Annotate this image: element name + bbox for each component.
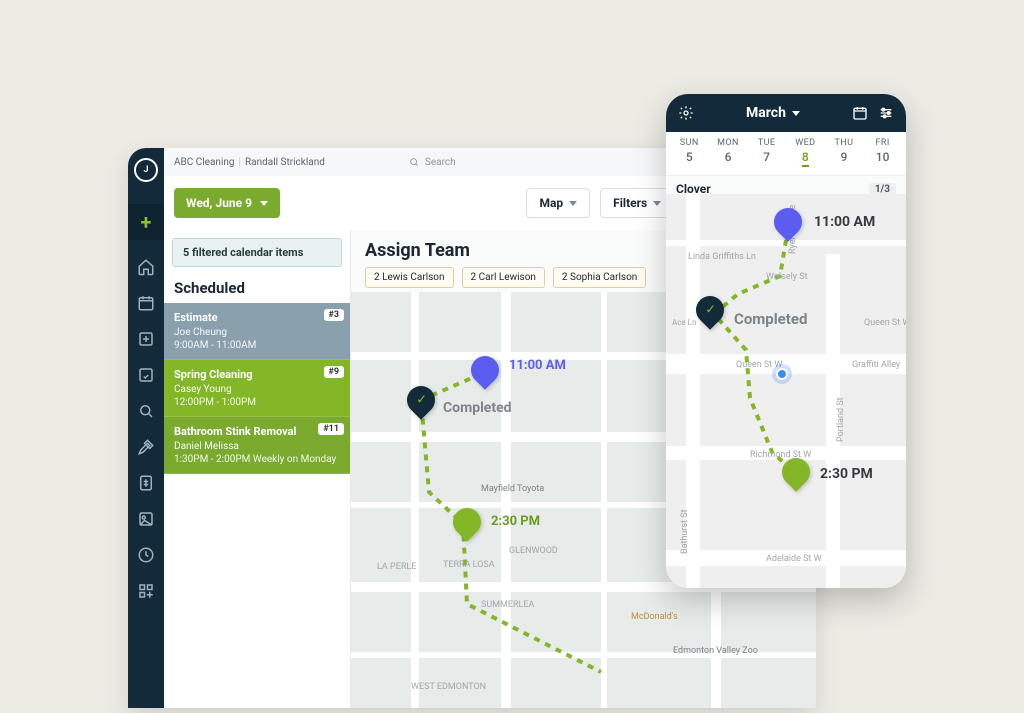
chevron-down-icon — [569, 201, 577, 206]
street-label: Linda Griffiths Ln — [688, 252, 756, 262]
requests-icon[interactable] — [137, 366, 155, 384]
map-area-label: WEST EDMONTON — [411, 682, 486, 692]
month-label: March — [746, 105, 786, 121]
filters-btn-label: Filters — [613, 196, 647, 210]
street-label: Wolsely St — [766, 272, 808, 282]
search-placeholder: Search — [425, 157, 456, 168]
street-label: Graffiti Alley — [852, 360, 900, 370]
map-poi-label: Edmonton Valley Zoo — [673, 646, 758, 656]
mobile-app-window: March SUN5 MON6 TUE7 WED8 THU9 FRI10 Clo… — [666, 94, 906, 588]
day-col[interactable]: FRI10 — [868, 138, 898, 167]
schedule-card[interactable]: #3 Estimate Joe Cheung 9:00AM - 11:00AM — [164, 303, 350, 360]
day-col[interactable]: THU9 — [829, 138, 859, 167]
map-area-label: TERRA LOSA — [443, 560, 495, 570]
street-label: Queen St W — [736, 360, 782, 370]
map-area-label: LA PERLE — [377, 562, 416, 572]
mobile-map[interactable]: Linda Griffiths Ln Ryerson Ave Wolsely S… — [666, 194, 906, 588]
day-col[interactable]: MON6 — [713, 138, 743, 167]
schedule-card[interactable]: #11 Bathroom Stink Removal Daniel Meliss… — [164, 417, 350, 474]
gear-icon[interactable] — [678, 105, 694, 121]
map-area-label: GLENWOOD — [509, 546, 558, 556]
schedule-card[interactable]: #9 Spring Cleaning Casey Young 12:00PM -… — [164, 360, 350, 417]
quotes-icon[interactable] — [137, 402, 155, 420]
team-chip[interactable]: 2 Lewis Carlson — [365, 267, 454, 288]
street-label: Adelaide St W — [766, 554, 822, 564]
week-strip[interactable]: SUN5 MON6 TUE7 WED8 THU9 FRI10 — [666, 132, 906, 176]
filters-button[interactable]: Filters — [600, 188, 674, 218]
timesheets-icon[interactable] — [137, 546, 155, 564]
mobile-header: March — [666, 94, 906, 132]
user-name[interactable]: Randall Strickland — [245, 157, 325, 168]
map-pin-time: 11:00 AM — [509, 358, 566, 373]
marketing-icon[interactable] — [137, 510, 155, 528]
map-poi-label: McDonald's — [631, 612, 678, 622]
job-title: Bathroom Stink Removal — [174, 425, 340, 438]
map-pin-time: 2:30 PM — [491, 514, 540, 529]
search-icon — [409, 157, 419, 167]
job-title: Estimate — [174, 311, 340, 324]
job-time: 12:00PM - 1:00PM — [174, 397, 340, 408]
map-area-label: SUMMERLEA — [481, 600, 534, 610]
brand-logo[interactable]: J — [134, 158, 158, 182]
month-selector[interactable]: March — [746, 105, 800, 121]
calendar-icon[interactable] — [137, 294, 155, 312]
apps-icon[interactable] — [137, 582, 155, 600]
day-col-active[interactable]: WED8 — [790, 138, 820, 167]
map-pin-time: 11:00 AM — [814, 214, 875, 230]
job-badge: #11 — [318, 423, 344, 435]
map-pin-completed-label: Completed — [734, 310, 807, 328]
sidebar: J + — [128, 148, 164, 708]
create-button[interactable]: + — [128, 204, 164, 240]
team-chip[interactable]: 2 Carl Lewison — [462, 267, 545, 288]
street-label: Ace Ln — [672, 318, 696, 327]
sliders-icon[interactable] — [878, 105, 894, 121]
job-time: 1:30PM - 2:00PM Weekly on Monday — [174, 454, 340, 465]
invoices-icon[interactable] — [137, 474, 155, 492]
map-btn-label: Map — [539, 196, 563, 210]
chevron-down-icon — [792, 111, 800, 116]
date-picker-button[interactable]: Wed, June 9 — [174, 188, 280, 218]
schedule-panel: 5 filtered calendar items Scheduled #3 E… — [164, 230, 351, 708]
chevron-down-icon — [260, 201, 268, 206]
chevron-down-icon — [653, 201, 661, 206]
map-pin-completed-label: Completed — [443, 400, 512, 416]
job-client: Daniel Melissa — [174, 441, 340, 452]
job-client: Joe Cheung — [174, 327, 340, 338]
breadcrumb-separator: | — [239, 157, 241, 168]
job-title: Spring Cleaning — [174, 368, 340, 381]
calendar-icon[interactable] — [852, 105, 868, 121]
job-badge: #3 — [324, 309, 345, 321]
current-location-dot — [776, 368, 788, 380]
street-label: Portland St — [836, 397, 846, 442]
job-client: Casey Young — [174, 384, 340, 395]
filter-count-banner[interactable]: 5 filtered calendar items — [172, 238, 342, 267]
clients-icon[interactable] — [137, 330, 155, 348]
jobs-icon[interactable] — [137, 438, 155, 456]
team-chip[interactable]: 2 Sophia Carlson — [553, 267, 646, 288]
scheduled-header: Scheduled — [164, 275, 350, 303]
map-pin-time: 2:30 PM — [820, 466, 873, 482]
job-badge: #9 — [324, 366, 345, 378]
home-icon[interactable] — [137, 258, 155, 276]
street-label: Queen St W — [864, 318, 906, 328]
map-poi-label: Mayfield Toyota — [481, 484, 544, 494]
day-col[interactable]: SUN5 — [674, 138, 704, 167]
company-name[interactable]: ABC Cleaning — [174, 157, 235, 168]
global-search[interactable]: Search — [409, 157, 456, 168]
map-view-button[interactable]: Map — [526, 188, 590, 218]
street-label: Bathurst St — [680, 509, 690, 554]
date-label: Wed, June 9 — [186, 196, 252, 210]
day-col[interactable]: TUE7 — [752, 138, 782, 167]
job-time: 9:00AM - 11:00AM — [174, 340, 340, 351]
